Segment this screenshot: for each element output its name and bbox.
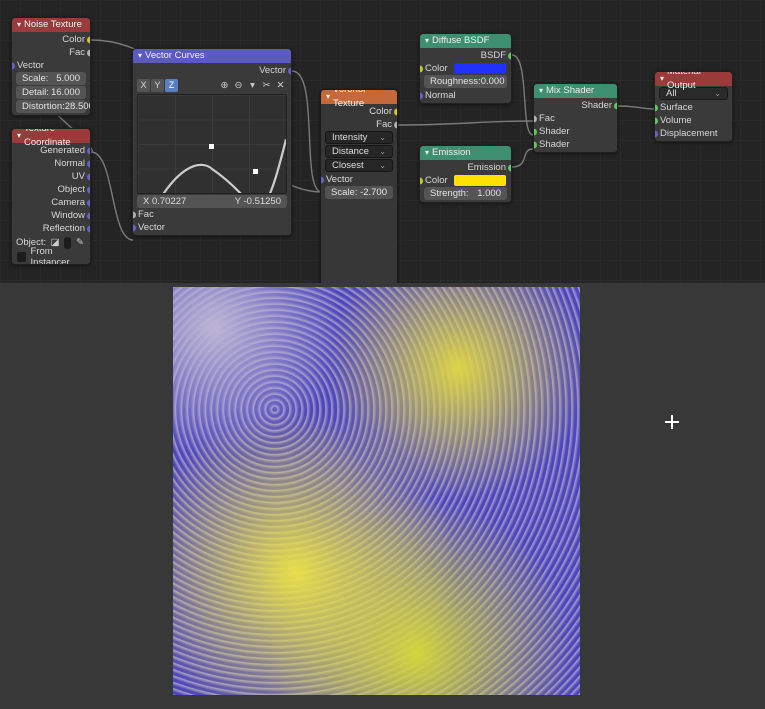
- curve-editor[interactable]: [137, 94, 287, 194]
- color-label: Color: [425, 63, 448, 74]
- node-title: Diffuse BSDF: [432, 34, 489, 48]
- node-emission[interactable]: ▾ Emission Emission Color Strength:1.000: [419, 145, 512, 203]
- from-instancer-checkbox[interactable]: From Instancer: [12, 250, 90, 263]
- y-button[interactable]: Y: [151, 79, 164, 92]
- out-color: Color: [62, 34, 85, 45]
- roughness-field[interactable]: Roughness:0.000: [424, 75, 507, 88]
- node-texture-coordinate[interactable]: ▾ Texture Coordinate Generated Normal UV…: [11, 128, 91, 265]
- in-shader2: Shader: [539, 139, 570, 150]
- out-bsdf: BSDF: [481, 50, 506, 61]
- out-generated: Generated: [40, 145, 85, 156]
- collapse-icon[interactable]: ▾: [425, 149, 429, 157]
- detail-field[interactable]: Detail:16.000: [16, 86, 86, 99]
- out-shader: Shader: [581, 100, 612, 111]
- chevron-down-icon: ⌄: [714, 89, 721, 98]
- scale-field[interactable]: Scale:-2.700: [325, 186, 393, 199]
- out-emission: Emission: [467, 162, 506, 173]
- color-swatch[interactable]: [454, 63, 506, 74]
- node-title: Vector Curves: [145, 49, 205, 63]
- node-header[interactable]: ▾ Noise Texture: [12, 18, 90, 32]
- out-fac: Fac: [376, 119, 392, 130]
- node-header[interactable]: ▾ Mix Shader: [534, 84, 617, 98]
- out-camera: Camera: [51, 197, 85, 208]
- collapse-icon[interactable]: ▾: [539, 87, 543, 95]
- node-header[interactable]: ▾ Emission: [420, 146, 511, 160]
- x-button[interactable]: X: [137, 79, 150, 92]
- node-title: Noise Texture: [24, 18, 82, 32]
- out-object: Object: [58, 184, 85, 195]
- out-color: Color: [369, 106, 392, 117]
- zoom-in-icon[interactable]: ⊕: [218, 79, 231, 92]
- out-normal: Normal: [54, 158, 85, 169]
- out-uv: UV: [72, 171, 85, 182]
- in-displacement: Displacement: [660, 128, 718, 139]
- collapse-icon[interactable]: ▾: [660, 75, 664, 83]
- in-vector: Vector: [17, 60, 44, 71]
- in-vector: Vector: [138, 222, 165, 233]
- in-volume: Volume: [660, 115, 692, 126]
- color-label: Color: [425, 175, 448, 186]
- feature-dropdown[interactable]: Closest⌄: [325, 159, 393, 172]
- tools-icon[interactable]: ▾: [246, 79, 259, 92]
- in-normal: Normal: [425, 90, 456, 101]
- in-shader1: Shader: [539, 126, 570, 137]
- node-title: Mix Shader: [546, 84, 594, 98]
- chevron-down-icon: ⌄: [379, 147, 386, 156]
- node-header[interactable]: ▾ Material Output: [655, 72, 732, 86]
- clip-icon[interactable]: ✂: [260, 79, 273, 92]
- in-surface: Surface: [660, 102, 693, 113]
- node-vector-curves[interactable]: ▾ Vector Curves Vector X Y Z ⊕ ⊖ ▾ ✂ ✕ X…: [132, 48, 292, 236]
- out-fac: Fac: [69, 47, 85, 58]
- delete-icon[interactable]: ✕: [274, 79, 287, 92]
- scale-field[interactable]: Scale:5.000: [16, 72, 86, 85]
- out-vector: Vector: [259, 65, 286, 76]
- metric-dropdown[interactable]: Distance⌄: [325, 145, 393, 158]
- material-preview: [173, 287, 580, 695]
- z-button[interactable]: Z: [165, 79, 178, 92]
- chevron-down-icon: ⌄: [379, 133, 386, 142]
- color-swatch[interactable]: [454, 175, 506, 186]
- node-header[interactable]: ▾ Texture Coordinate: [12, 129, 90, 143]
- curve-readout[interactable]: X 0.70227 Y -0.51250: [137, 195, 287, 208]
- node-title: Emission: [432, 146, 471, 160]
- chevron-down-icon: ⌄: [379, 161, 386, 170]
- distortion-field[interactable]: Distortion:28.500: [16, 100, 86, 113]
- node-noise-texture[interactable]: ▾ Noise Texture Color Fac Vector Scale:5…: [11, 17, 91, 116]
- out-window: Window: [51, 210, 85, 221]
- node-header[interactable]: ▾ Vector Curves: [133, 49, 291, 63]
- collapse-icon[interactable]: ▾: [138, 52, 142, 60]
- node-mix-shader[interactable]: ▾ Mix Shader Shader Fac Shader Shader: [533, 83, 618, 153]
- strength-field[interactable]: Strength:1.000: [424, 187, 507, 200]
- node-header[interactable]: ▾ Voronoi Texture: [321, 90, 397, 104]
- zoom-out-icon[interactable]: ⊖: [232, 79, 245, 92]
- out-reflection: Reflection: [43, 223, 85, 234]
- collapse-icon[interactable]: ▾: [17, 132, 21, 140]
- node-diffuse-bsdf[interactable]: ▾ Diffuse BSDF BSDF Color Roughness:0.00…: [419, 33, 512, 104]
- collapse-icon[interactable]: ▾: [425, 37, 429, 45]
- node-material-output[interactable]: ▾ Material Output All⌄ Surface Volume Di…: [654, 71, 733, 142]
- mode-dropdown[interactable]: Intensity⌄: [325, 131, 393, 144]
- collapse-icon[interactable]: ▾: [17, 21, 21, 29]
- node-header[interactable]: ▾ Diffuse BSDF: [420, 34, 511, 48]
- in-vector: Vector: [326, 174, 353, 185]
- in-fac: Fac: [138, 209, 154, 220]
- collapse-icon[interactable]: ▾: [326, 93, 330, 101]
- in-fac: Fac: [539, 113, 555, 124]
